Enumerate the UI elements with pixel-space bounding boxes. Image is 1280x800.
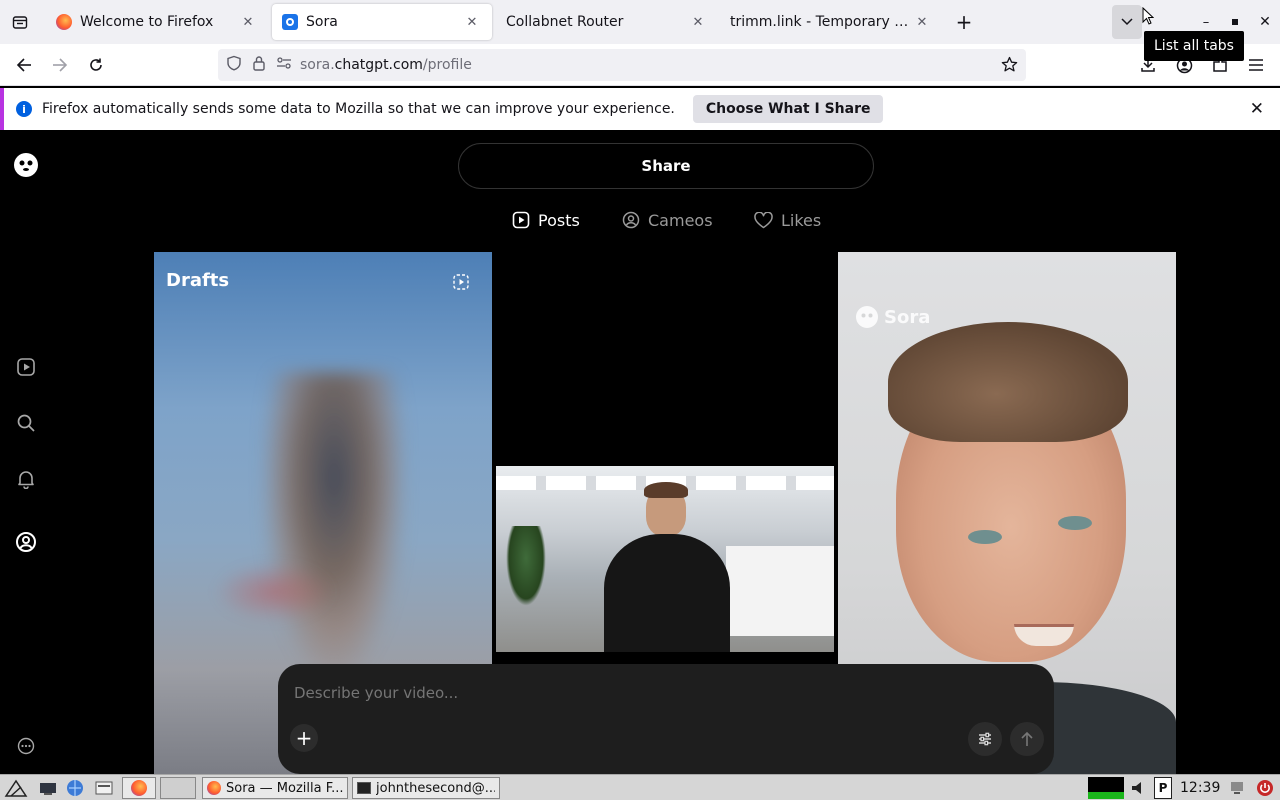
notifications-bell-icon[interactable]: [14, 467, 38, 491]
url-text: sora.chatgpt.com/profile: [300, 57, 472, 73]
cameos-icon: [622, 211, 640, 229]
menu-icon[interactable]: [1242, 52, 1270, 78]
sora-favicon-icon: [282, 14, 298, 30]
plant: [506, 526, 546, 606]
person-shirt: [604, 534, 730, 652]
posts-icon: [512, 211, 530, 229]
list-all-tabs-button[interactable]: [1112, 5, 1142, 39]
volume-icon[interactable]: [1130, 777, 1148, 799]
close-tab-icon[interactable]: ✕: [688, 15, 708, 30]
close-window-icon[interactable]: ✕: [1251, 9, 1279, 35]
sora-watermark: Sora: [854, 304, 930, 330]
reload-icon[interactable]: [82, 52, 110, 78]
home-video-icon[interactable]: [14, 355, 38, 379]
close-notification-icon[interactable]: ✕: [1250, 99, 1264, 119]
reception-desk: [726, 546, 834, 636]
terminal-icon: [357, 782, 371, 794]
tab-title: Welcome to Firefox: [80, 14, 214, 30]
tab-title: trimm.link - Temporary URL: [730, 14, 912, 30]
office-thumbnail: [496, 466, 834, 652]
shield-icon[interactable]: [226, 55, 242, 75]
sora-watermark-icon: [856, 306, 878, 328]
drafts-icon: [452, 273, 470, 295]
new-tab-icon[interactable]: +: [950, 9, 978, 35]
arrow-up-icon: [1021, 731, 1033, 746]
close-tab-icon[interactable]: ✕: [462, 15, 482, 30]
taskbar-task-firefox[interactable]: Sora — Mozilla F...: [202, 777, 348, 799]
firefox-icon: [207, 781, 221, 795]
settings-sliders-button[interactable]: [968, 722, 1002, 756]
tab-trimm[interactable]: trimm.link - Temporary URL ✕: [720, 4, 942, 40]
person-hair: [644, 482, 688, 498]
tab-sora[interactable]: Sora ✕: [272, 4, 492, 40]
forward-arrow-icon[interactable]: [46, 52, 74, 78]
browser-launcher-icon[interactable]: [66, 777, 84, 799]
add-attachment-button[interactable]: +: [290, 724, 318, 752]
network-icon[interactable]: [1228, 777, 1246, 799]
notification-message: Firefox automatically sends some data to…: [42, 101, 675, 117]
hair: [888, 322, 1128, 442]
firefox-view-icon[interactable]: [6, 9, 34, 35]
bookmark-star-icon[interactable]: [1001, 56, 1018, 77]
tab-cameos[interactable]: Cameos: [622, 208, 713, 232]
info-icon: i: [16, 101, 32, 117]
close-tab-icon[interactable]: ✕: [238, 15, 258, 30]
back-arrow-icon[interactable]: [10, 52, 38, 78]
sora-logo-icon[interactable]: [13, 152, 39, 178]
profile-icon[interactable]: [14, 530, 38, 554]
tooltip: List all tabs: [1144, 31, 1244, 61]
right-eye: [1058, 516, 1092, 530]
show-desktop-icon[interactable]: [38, 777, 58, 799]
tab-title: Sora: [306, 14, 338, 30]
prompt-composer: +: [278, 664, 1054, 774]
firefox-launcher-icon[interactable]: [122, 777, 156, 799]
tab-likes[interactable]: Likes: [754, 208, 821, 232]
page-permissions-icon[interactable]: [276, 56, 292, 74]
tab-title: Collabnet Router: [506, 14, 624, 30]
lock-icon[interactable]: [252, 55, 266, 75]
start-menu-icon[interactable]: [4, 777, 28, 799]
drafts-label: Drafts: [166, 270, 230, 291]
clock: 12:39: [1180, 780, 1221, 796]
sliders-icon: [979, 732, 991, 746]
search-icon[interactable]: [14, 411, 38, 435]
taskbar: Sora — Mozilla F... johnthesecond@... P …: [0, 774, 1280, 800]
cpu-monitor: [1088, 777, 1124, 799]
choose-what-i-share-button[interactable]: Choose What I Share: [692, 95, 884, 123]
mouse-cursor-icon: [1142, 7, 1154, 25]
more-options-icon[interactable]: [14, 734, 38, 758]
share-button[interactable]: Share: [458, 143, 874, 189]
empty-launcher-slot[interactable]: [160, 777, 196, 799]
sora-app: Share Posts Cameos Likes Drafts Sora Des…: [0, 132, 1280, 774]
describe-video-input[interactable]: [294, 680, 1034, 706]
url-bar[interactable]: sora.chatgpt.com/profile: [218, 49, 1026, 81]
keyboard-layout-icon[interactable]: P: [1154, 777, 1172, 799]
chevron-down-icon: [1121, 18, 1133, 26]
tab-welcome[interactable]: Welcome to Firefox ✕: [46, 4, 268, 40]
tab-strip: Welcome to Firefox ✕ Sora ✕ Collabnet Ro…: [0, 0, 1280, 44]
navigation-bar: sora.chatgpt.com/profile: [0, 44, 1280, 86]
close-tab-icon[interactable]: ✕: [912, 15, 932, 30]
left-eye: [968, 530, 1002, 544]
tab-posts[interactable]: Posts: [512, 208, 580, 232]
power-icon[interactable]: [1256, 777, 1274, 799]
tab-collabnet[interactable]: Collabnet Router ✕: [496, 4, 718, 40]
blurred-detail: [214, 562, 334, 622]
submit-button[interactable]: [1010, 722, 1044, 756]
firefox-logo-icon: [56, 14, 72, 30]
heart-icon: [754, 211, 773, 228]
taskbar-task-terminal[interactable]: johnthesecond@...: [352, 777, 500, 799]
file-manager-icon[interactable]: [94, 777, 114, 799]
blurred-thumbnail: [264, 372, 404, 672]
notification-bar: i Firefox automatically sends some data …: [0, 88, 1280, 130]
